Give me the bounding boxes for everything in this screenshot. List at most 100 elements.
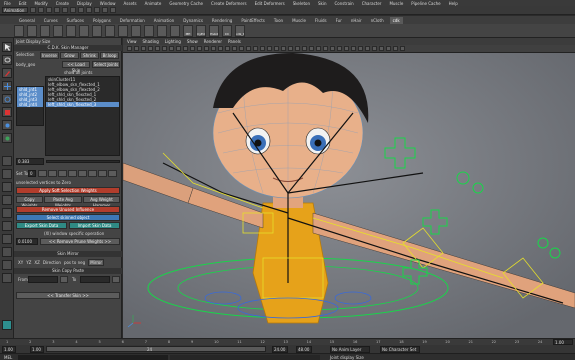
viewport-tool-icon[interactable] xyxy=(365,46,370,51)
select-component-icon[interactable] xyxy=(70,7,76,13)
viewport-tool-icon[interactable] xyxy=(211,46,216,51)
shelf-button[interactable] xyxy=(79,24,89,37)
shelf-button[interactable] xyxy=(14,24,24,37)
viewport-tool-icon[interactable] xyxy=(358,46,363,51)
viewport-tool-icon[interactable] xyxy=(148,46,153,51)
menu-geometry-cache[interactable]: Geometry Cache xyxy=(169,1,203,6)
lighting-menu[interactable]: Lighting xyxy=(165,39,181,44)
shelf-button[interactable] xyxy=(170,24,180,37)
from-load-button[interactable] xyxy=(60,276,68,283)
panels-menu[interactable]: Panels xyxy=(228,39,241,44)
show-menu[interactable]: Show xyxy=(187,39,198,44)
viewport-tool-icon[interactable] xyxy=(239,46,244,51)
range-bar[interactable]: 24 xyxy=(46,346,266,352)
weight-preset-button[interactable] xyxy=(58,170,67,177)
tab-deformation[interactable]: Deformation xyxy=(117,17,148,24)
influence-joint-list[interactable]: skinCluster11 left_elbow_skn_flexcted_1 … xyxy=(45,76,120,156)
start-time-field[interactable]: 1.00 xyxy=(2,346,16,353)
to-load-button[interactable] xyxy=(112,276,120,283)
viewport-tool-icon[interactable] xyxy=(316,46,321,51)
viewport-tool-icon[interactable] xyxy=(337,46,342,51)
shelf-button[interactable] xyxy=(105,24,115,37)
viewport-tool-icon[interactable] xyxy=(134,46,139,51)
menu-edit-deformers[interactable]: Edit Deformers xyxy=(255,1,285,6)
weight-preset-button[interactable] xyxy=(68,170,77,177)
tab-fur[interactable]: Fur xyxy=(333,17,345,24)
menu-muscle[interactable]: Muscle xyxy=(389,1,403,6)
menu-display[interactable]: Display xyxy=(77,1,92,6)
joint-side-list[interactable]: shld_jnt1 shld_jnt2 shld_jnt3 shld_jnt4 xyxy=(16,86,44,126)
select-object-icon[interactable] xyxy=(62,7,68,13)
grow-button[interactable]: Grow xyxy=(60,52,79,59)
viewport-tool-icon[interactable] xyxy=(225,46,230,51)
menu-character[interactable]: Character xyxy=(362,1,382,6)
tab-animation[interactable]: Animation xyxy=(151,17,177,24)
viewport-tool-icon[interactable] xyxy=(400,46,405,51)
set-to-field[interactable]: 0 xyxy=(28,170,36,177)
transfer-skin-button[interactable]: << Transfer Skin >> xyxy=(16,292,120,299)
render-icon[interactable] xyxy=(102,7,108,13)
tab-dynamics[interactable]: Dynamics xyxy=(180,17,206,24)
shelf-button[interactable] xyxy=(66,24,76,37)
viewport-tool-icon[interactable] xyxy=(295,46,300,51)
shelf-button[interactable] xyxy=(118,24,128,37)
list-item[interactable]: left_shld_skn_flexcted_3 xyxy=(46,102,119,107)
scale-tool-icon[interactable] xyxy=(2,107,12,117)
layout-script-icon[interactable] xyxy=(2,247,12,257)
menu-skeleton[interactable]: Skeleton xyxy=(293,1,310,6)
move-tool-icon[interactable] xyxy=(2,81,12,91)
viewport-tool-icon[interactable] xyxy=(344,46,349,51)
weight-preset-button[interactable] xyxy=(108,170,117,177)
tab-surfaces[interactable]: Surfaces xyxy=(64,17,87,24)
viewport-tool-icon[interactable] xyxy=(155,46,160,51)
ipr-render-icon[interactable] xyxy=(110,7,116,13)
menu-assets[interactable]: Assets xyxy=(124,1,137,6)
snap-grid-icon[interactable] xyxy=(78,7,84,13)
viewport-tool-icon[interactable] xyxy=(351,46,356,51)
renderer-menu[interactable]: Renderer xyxy=(204,39,222,44)
time-slider[interactable]: 1 2 3 4 5 6 7 8 9 10 11 12 13 14 15 16 17 18 19 20 21 22 23 24 1… xyxy=(0,338,575,345)
layout-hypershade-icon[interactable] xyxy=(2,208,12,218)
viewport-tool-icon[interactable] xyxy=(253,46,258,51)
weight-preset-button[interactable] xyxy=(48,170,57,177)
last-tool-icon[interactable] xyxy=(2,133,12,143)
shelf-button[interactable]: MH xyxy=(183,24,193,37)
menu-edit[interactable]: Edit xyxy=(19,1,27,6)
tab-rendering[interactable]: Rendering xyxy=(209,17,235,24)
menu-help[interactable]: Help xyxy=(449,1,458,6)
shelf-button[interactable]: cdk_t xyxy=(235,24,245,37)
rotate-tool-icon[interactable] xyxy=(2,94,12,104)
tab-toon[interactable]: Toon xyxy=(271,17,286,24)
shelf-button[interactable] xyxy=(92,24,102,37)
new-scene-icon[interactable] xyxy=(30,7,36,13)
layout-single-icon[interactable] xyxy=(2,156,12,166)
direction-checkbox[interactable]: Direction xyxy=(43,260,61,265)
viewport-tool-icon[interactable] xyxy=(302,46,307,51)
mirror-yz-radio[interactable]: YZ xyxy=(26,260,31,265)
playback-end-field[interactable]: 24.00 xyxy=(272,346,288,353)
viewport-tool-icon[interactable] xyxy=(274,46,279,51)
viewport-tool-icon[interactable] xyxy=(288,46,293,51)
viewport-tool-icon[interactable] xyxy=(218,46,223,51)
shading-menu[interactable]: Shading xyxy=(143,39,159,44)
tab-cdk[interactable]: cdk xyxy=(389,16,403,24)
pos-to-neg-checkbox[interactable]: pos to neg xyxy=(64,260,85,265)
snap-point-icon[interactable] xyxy=(94,7,100,13)
mel-input[interactable] xyxy=(18,355,168,360)
shelf-button[interactable] xyxy=(53,24,63,37)
shelf-button[interactable]: CC xyxy=(222,24,232,37)
layout-persp-outliner-icon[interactable] xyxy=(2,273,12,283)
inverse-button[interactable]: Inverse xyxy=(40,52,59,59)
tab-nhair[interactable]: nHair xyxy=(348,17,365,24)
viewport-tool-icon[interactable] xyxy=(260,46,265,51)
layout-four-icon[interactable] xyxy=(2,169,12,179)
tab-painteffects[interactable]: PaintEffects xyxy=(238,17,268,24)
viewport-tool-icon[interactable] xyxy=(379,46,384,51)
select-skinned-object-button[interactable]: Select skinned object xyxy=(16,214,120,221)
tab-muscle[interactable]: Muscle xyxy=(289,17,309,24)
script-language-label[interactable]: MEL xyxy=(4,355,12,360)
weight-value-field[interactable]: 0.383 xyxy=(16,158,44,165)
avg-weight-hammer-button[interactable]: Avg Weight Hammer xyxy=(83,196,120,208)
viewport-tool-icon[interactable] xyxy=(281,46,286,51)
menu-modify[interactable]: Modify xyxy=(34,1,47,6)
